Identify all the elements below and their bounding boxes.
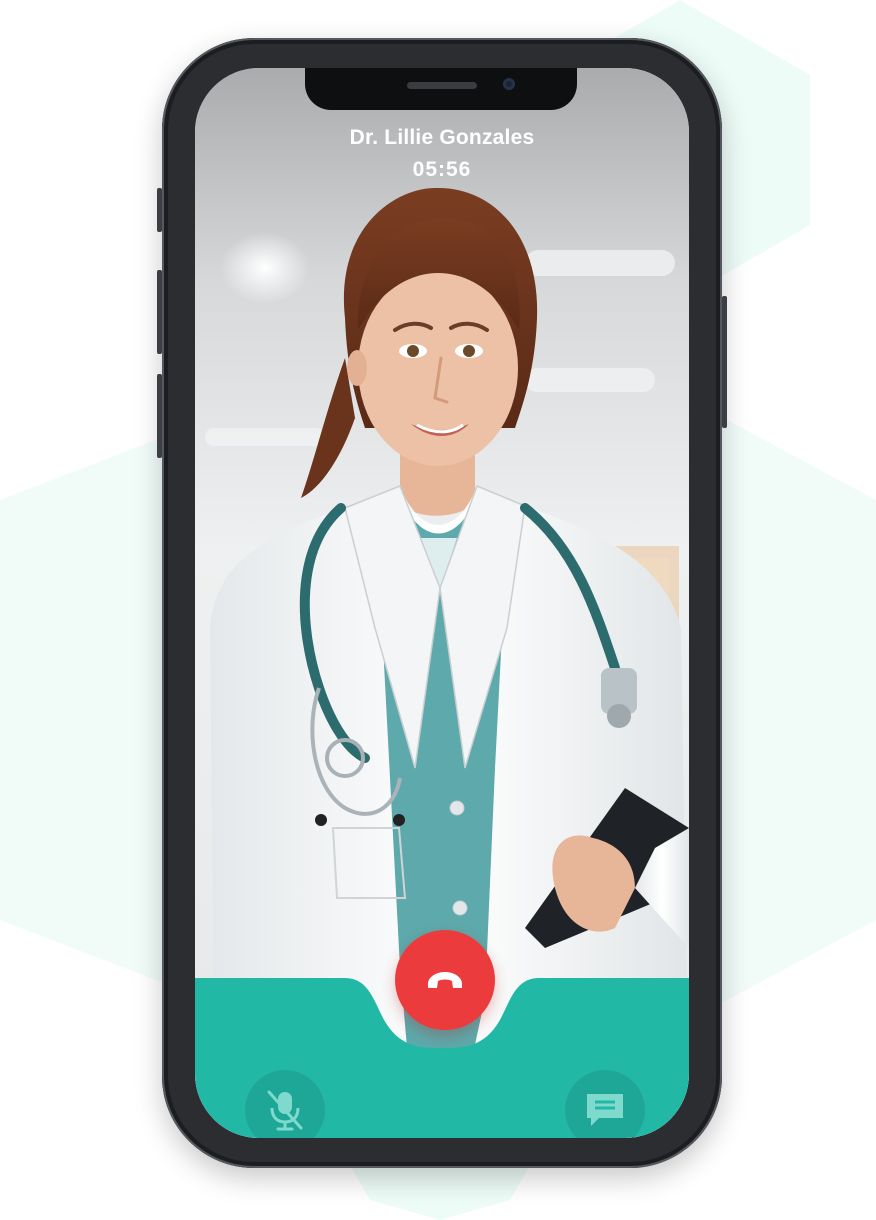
end-call-button[interactable] bbox=[395, 930, 495, 1030]
phone-notch bbox=[305, 68, 577, 110]
front-camera bbox=[503, 78, 515, 90]
phone-volume-down bbox=[157, 374, 162, 458]
chat-bubble-icon bbox=[587, 1094, 623, 1126]
chat-button[interactable] bbox=[565, 1070, 645, 1138]
mute-button[interactable] bbox=[245, 1070, 325, 1138]
phone-hangup-icon bbox=[428, 972, 462, 988]
phone-frame: Dr. Lillie Gonzales 05:56 bbox=[157, 38, 727, 1168]
call-timer: 05:56 bbox=[412, 158, 472, 181]
phone-silent-switch bbox=[157, 188, 162, 232]
phone-power-button bbox=[722, 296, 727, 428]
video-call-screen: Dr. Lillie Gonzales 05:56 bbox=[195, 68, 689, 1138]
microphone-off-icon bbox=[267, 1090, 303, 1131]
caller-name: Dr. Lillie Gonzales bbox=[349, 126, 535, 149]
earpiece-speaker bbox=[407, 82, 477, 89]
phone-volume-up bbox=[157, 270, 162, 354]
